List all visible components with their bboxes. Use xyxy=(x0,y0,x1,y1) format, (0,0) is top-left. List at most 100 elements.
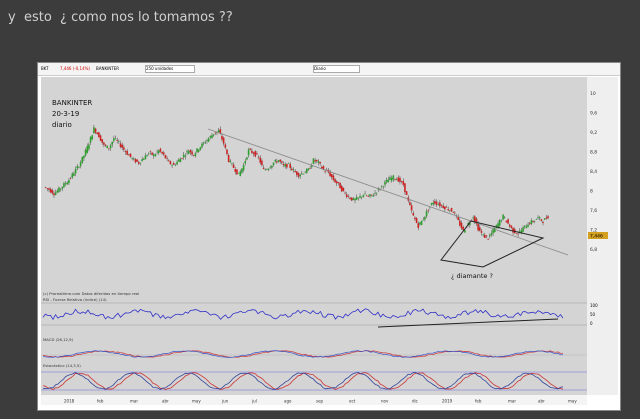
candle-body xyxy=(543,218,546,220)
candle-body xyxy=(118,141,120,142)
candle-body xyxy=(385,179,388,182)
candle-body xyxy=(123,147,125,150)
candle-body xyxy=(342,187,345,191)
x-axis-tick: dic xyxy=(412,399,418,404)
candle-body xyxy=(537,217,539,218)
price-tick: 9,2 xyxy=(590,130,597,136)
candle-body xyxy=(344,192,346,194)
candle-body xyxy=(176,161,178,165)
candle-body xyxy=(439,202,441,207)
x-axis-bg xyxy=(41,395,587,405)
candle-body xyxy=(94,128,97,133)
candle-body xyxy=(389,177,391,180)
candle-body xyxy=(229,160,232,163)
candle-body xyxy=(133,158,135,160)
candle-body xyxy=(372,195,375,197)
candle-body xyxy=(147,152,150,154)
candle-body xyxy=(73,173,75,176)
candle-body xyxy=(146,155,148,157)
candle-body xyxy=(402,181,405,185)
candle-body xyxy=(172,163,175,165)
price-tick: 8,8 xyxy=(590,150,597,156)
x-axis-tick: abr xyxy=(162,399,169,404)
x-axis-tick: nov xyxy=(381,399,389,404)
candle-body xyxy=(126,150,128,155)
candle-body xyxy=(114,138,117,139)
candle-body xyxy=(189,149,192,153)
candle-body xyxy=(231,163,233,164)
candle-body xyxy=(104,144,107,146)
candle-body xyxy=(430,203,433,205)
candle-body xyxy=(540,219,543,221)
candle-body xyxy=(515,233,518,235)
candle-body xyxy=(419,222,421,225)
candle-body xyxy=(217,130,220,133)
diamond-annotation: ¿ diamante ? xyxy=(451,272,493,280)
candle-body xyxy=(435,201,438,205)
candle-body xyxy=(399,177,401,182)
candle-body xyxy=(395,179,398,181)
candle-body xyxy=(197,149,200,152)
candle-body xyxy=(479,227,481,231)
chart-title-line-3: diario xyxy=(52,121,72,129)
candle-body xyxy=(46,188,49,189)
candle-body xyxy=(454,212,456,214)
candle-body xyxy=(119,143,122,147)
candle-body xyxy=(287,163,290,164)
candle-body xyxy=(156,151,158,153)
candle-body xyxy=(64,183,67,185)
candle-body xyxy=(417,223,420,228)
x-axis-tick: 2019 xyxy=(442,399,453,404)
candle-body xyxy=(527,224,529,228)
candle-body xyxy=(138,161,140,164)
candle-body xyxy=(547,216,549,219)
candle-body xyxy=(103,142,105,145)
candle-body xyxy=(234,168,237,172)
candle-body xyxy=(53,193,55,196)
rsi-label: RSI - Fuerza Relativa (índice) (14) xyxy=(43,297,107,302)
candle-body xyxy=(414,217,416,220)
candle-body xyxy=(362,194,365,197)
x-axis-tick: 2018 xyxy=(64,399,75,404)
candle-body xyxy=(415,218,418,223)
candle-body xyxy=(177,159,180,162)
candle-body xyxy=(131,158,133,159)
rsi-header: (c) Prorealtime.com Datos diferidos en t… xyxy=(43,291,139,296)
candle-body xyxy=(434,201,436,204)
candle-body xyxy=(204,142,207,144)
candle-body xyxy=(296,171,298,175)
candle-body xyxy=(355,197,358,200)
candle-body xyxy=(360,196,363,198)
candle-body xyxy=(405,191,408,196)
candle-body xyxy=(79,162,82,167)
candle-body xyxy=(106,145,109,149)
candle-body xyxy=(392,175,395,180)
candle-body xyxy=(291,168,293,171)
candle-body xyxy=(109,145,112,149)
candle-body xyxy=(304,172,306,174)
candle-body xyxy=(101,139,104,143)
candle-body xyxy=(196,148,198,153)
candle-body xyxy=(528,223,531,225)
candle-body xyxy=(299,174,301,177)
chart-screenshot: BKT 7,446 (-0,14%) BANKINTER 250 unidade… xyxy=(37,62,621,411)
candle-body xyxy=(44,187,47,188)
candle-body xyxy=(212,134,215,136)
candle-body xyxy=(264,169,267,171)
candle-body xyxy=(222,137,225,144)
price-tick: 8,4 xyxy=(590,169,597,175)
candle-body xyxy=(49,188,52,193)
candle-body xyxy=(182,154,185,158)
rsi-scale-50: 50 xyxy=(590,312,596,317)
candle-body xyxy=(186,151,188,153)
candle-body xyxy=(289,164,291,168)
candle-body xyxy=(214,132,217,134)
candle-body xyxy=(474,216,476,222)
candle-body xyxy=(424,216,426,220)
candle-body xyxy=(422,219,425,221)
rsi-scale-100: 100 xyxy=(590,303,598,308)
candle-body xyxy=(129,153,132,157)
candle-body xyxy=(375,192,378,194)
candle-body xyxy=(251,150,253,153)
x-axis-tick: may xyxy=(568,399,577,404)
